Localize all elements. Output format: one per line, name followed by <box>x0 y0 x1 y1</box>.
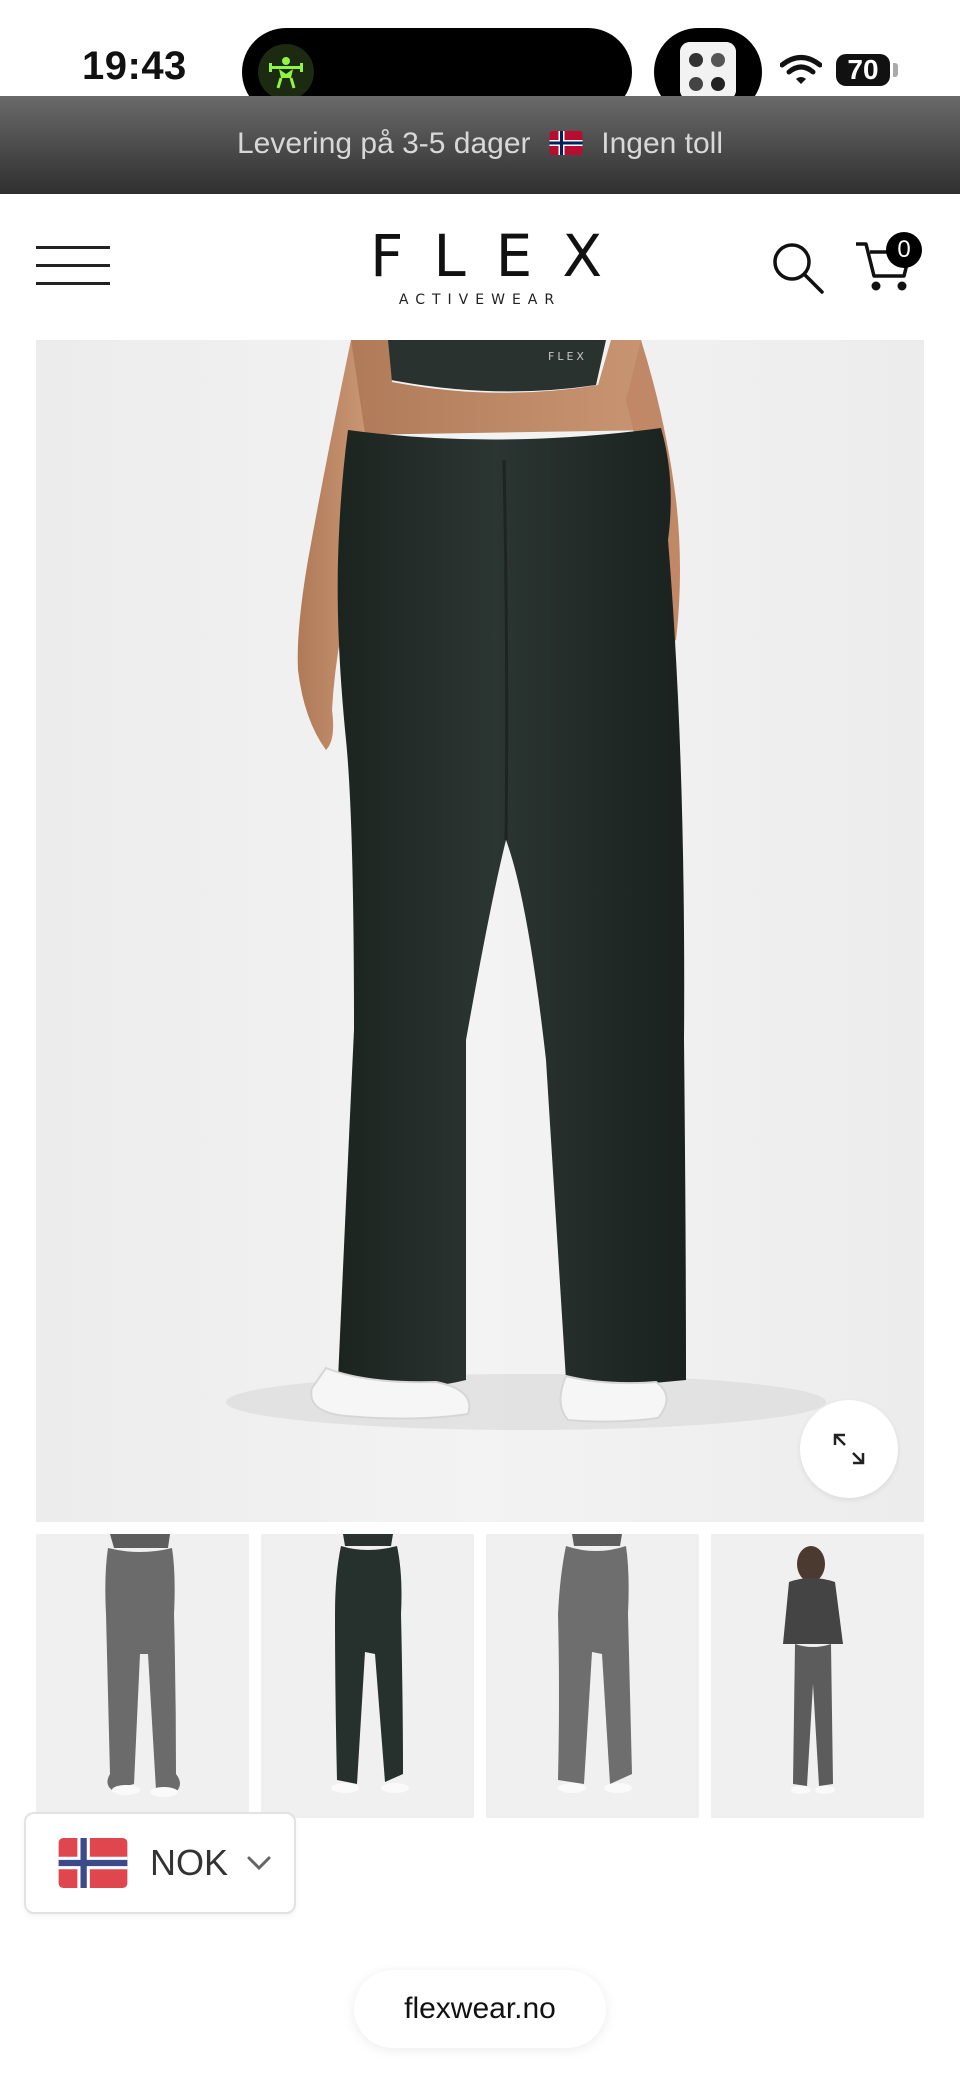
svg-text:FLEX: FLEX <box>548 350 587 363</box>
browser-url-pill[interactable]: flexwear.no <box>354 1970 606 2048</box>
battery-cap-icon <box>893 63 898 77</box>
logo-wordmark[interactable]: FLEX <box>340 222 620 290</box>
announcement-text: Levering på 3-5 dager Ingen toll <box>237 127 723 162</box>
status-time: 19:43 <box>82 44 187 88</box>
thumbnail-3[interactable] <box>486 1534 699 1818</box>
chevron-down-icon <box>246 1854 272 1872</box>
thumbnail-4[interactable] <box>711 1534 924 1818</box>
norway-flag-icon <box>549 129 583 163</box>
announcement-bar: Levering på 3-5 dager Ingen toll <box>0 96 960 194</box>
currency-code: NOK <box>150 1842 229 1883</box>
hamburger-menu-icon[interactable] <box>36 244 110 288</box>
currency-selector[interactable]: NOK <box>24 1812 296 1914</box>
thumbnail-1[interactable] <box>36 1534 249 1818</box>
norway-flag-icon <box>56 1838 130 1888</box>
search-icon[interactable] <box>770 240 826 296</box>
fitness-activity-icon <box>258 44 314 100</box>
announcement-text-before: Levering på 3-5 dager <box>237 127 531 161</box>
battery-indicator: 70 <box>836 54 890 86</box>
product-main-image[interactable]: FLEX <box>36 340 924 1522</box>
cart-count-badge[interactable]: 0 <box>886 232 922 268</box>
expand-arrows-icon[interactable] <box>800 1400 898 1498</box>
announcement-text-after: Ingen toll <box>601 127 723 161</box>
thumbnail-2[interactable] <box>261 1534 474 1818</box>
wifi-icon <box>779 54 823 91</box>
now-playing-thumbnail <box>680 42 736 100</box>
logo-subtitle: ACTIVEWEAR <box>398 292 562 308</box>
